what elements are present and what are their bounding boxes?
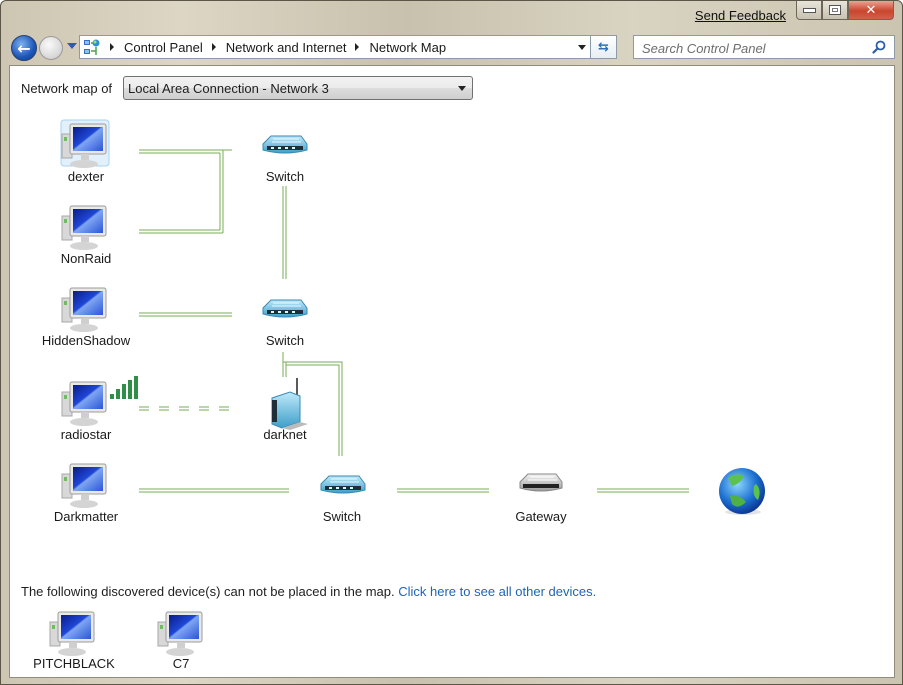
breadcrumb-network-map[interactable]: Network Map	[369, 40, 446, 55]
refresh-icon: ⇆	[598, 39, 609, 55]
link-switch3-gateway	[397, 488, 489, 493]
node-switch-1[interactable]: Switch	[262, 135, 308, 184]
computer-icon	[61, 287, 107, 333]
minimize-icon	[802, 7, 816, 13]
address-bar[interactable]: Control Panel Network and Internet Netwo…	[79, 35, 591, 59]
link-switch1-switch2	[282, 186, 287, 279]
node-label: NonRaid	[61, 251, 112, 266]
node-label: dexter	[68, 169, 105, 184]
node-label: radiostar	[61, 427, 112, 442]
device-label: C7	[173, 656, 190, 671]
link-hiddenshadow	[139, 312, 232, 317]
send-feedback-link[interactable]: Send Feedback	[695, 8, 786, 23]
computer-icon	[61, 381, 107, 427]
link-gateway-internet	[597, 488, 689, 493]
computer-icon	[61, 205, 107, 251]
node-label: darknet	[263, 427, 307, 442]
switch-icon	[320, 475, 366, 494]
maximize-button[interactable]	[822, 1, 848, 20]
switch-icon	[262, 135, 308, 154]
forward-button[interactable]	[39, 36, 63, 60]
switch-icon	[262, 299, 308, 318]
wireless-signal-icon	[110, 376, 138, 399]
link-dexter	[139, 149, 223, 154]
breadcrumb-separator-icon[interactable]	[211, 43, 216, 51]
close-button[interactable]: ✕	[848, 1, 894, 20]
navigation-bar: ← Control Panel Network and Internet Net…	[1, 33, 902, 61]
computer-icon	[61, 463, 107, 509]
breadcrumb-control-panel[interactable]: Control Panel	[124, 40, 203, 55]
breadcrumb: Control Panel Network and Internet Netwo…	[101, 40, 446, 55]
address-dropdown-icon[interactable]	[578, 45, 586, 50]
refresh-button[interactable]: ⇆	[591, 35, 617, 59]
node-label: HiddenShadow	[42, 333, 131, 348]
search-icon[interactable]	[872, 40, 886, 54]
node-switch-3[interactable]: Switch	[320, 475, 366, 524]
recent-pages-dropdown-icon[interactable]	[67, 43, 77, 49]
node-darkmatter[interactable]: Darkmatter	[54, 463, 119, 524]
node-internet[interactable]	[719, 468, 765, 515]
node-label: Darkmatter	[54, 509, 119, 524]
back-button[interactable]: ←	[11, 35, 37, 61]
node-darknet[interactable]: darknet	[263, 378, 308, 442]
node-switch-2[interactable]: Switch	[262, 299, 308, 348]
unplaced-device-pitchblack[interactable]: PITCHBLACK	[33, 611, 115, 671]
node-dexter[interactable]: dexter	[60, 119, 110, 184]
node-gateway[interactable]: Gateway	[515, 473, 567, 524]
wireless-router-icon	[271, 378, 308, 430]
node-label: Switch	[266, 169, 304, 184]
see-all-devices-link[interactable]: Click here to see all other devices.	[398, 584, 596, 599]
link-nonraid	[139, 229, 223, 234]
node-nonraid[interactable]: NonRaid	[61, 205, 112, 266]
globe-icon	[719, 468, 765, 515]
unplaced-device-c7[interactable]: C7	[157, 611, 203, 671]
node-label: Switch	[323, 509, 361, 524]
link-group-vertical	[219, 150, 224, 233]
link-darkmatter	[139, 488, 289, 493]
device-label: PITCHBLACK	[33, 656, 115, 671]
search-input[interactable]	[640, 37, 864, 59]
breadcrumb-network-and-internet[interactable]: Network and Internet	[226, 40, 347, 55]
breadcrumb-separator-icon[interactable]	[355, 43, 360, 51]
close-icon: ✕	[865, 2, 877, 18]
caption-buttons: ✕	[796, 1, 894, 21]
network-control-panel-icon	[84, 39, 100, 55]
network-map-panel: Network map of Local Area Connection - N…	[9, 65, 895, 678]
search-box[interactable]	[633, 35, 895, 59]
maximize-icon	[829, 5, 841, 15]
minimize-button[interactable]	[796, 1, 822, 20]
window: Send Feedback ✕ ← Control Panel Network …	[0, 0, 903, 685]
computer-icon	[49, 611, 95, 657]
computer-icon	[157, 611, 203, 657]
breadcrumb-separator-icon[interactable]	[110, 43, 114, 51]
gateway-icon	[519, 473, 563, 492]
node-hiddenshadow[interactable]: HiddenShadow	[42, 287, 131, 348]
node-label: Switch	[266, 333, 304, 348]
connection-lines	[139, 149, 689, 493]
title-bar[interactable]: Send Feedback ✕	[1, 1, 902, 31]
node-label: Gateway	[515, 509, 567, 524]
back-arrow-icon: ←	[17, 38, 31, 58]
link-radiostar-wireless	[139, 406, 232, 411]
link-switch2-darknet	[282, 352, 287, 377]
notice-text: The following discovered device(s) can n…	[21, 584, 395, 599]
unplaced-devices-notice: The following discovered device(s) can n…	[21, 584, 596, 599]
node-radiostar[interactable]: radiostar	[61, 376, 138, 442]
